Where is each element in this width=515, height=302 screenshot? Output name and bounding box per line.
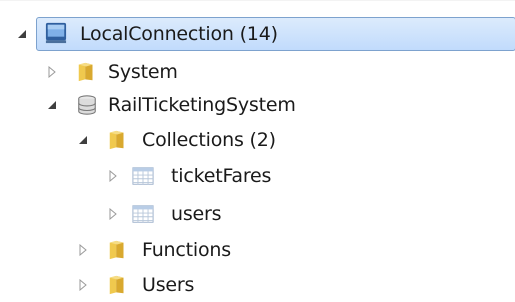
tree-node-label: System bbox=[108, 61, 178, 83]
tree-node-ticketfares[interactable]: ticketFares bbox=[0, 159, 400, 193]
tree-node-label: RailTicketingSystem bbox=[108, 94, 296, 116]
expanded-arrow-icon[interactable] bbox=[46, 99, 58, 111]
tree-node-users-folder[interactable]: Users bbox=[0, 268, 400, 302]
tree-node-label: Collections (2) bbox=[142, 129, 276, 151]
tree-node-collections[interactable]: Collections (2) bbox=[0, 123, 400, 157]
folder-icon bbox=[109, 275, 124, 295]
table-icon bbox=[132, 205, 154, 223]
computer-icon bbox=[45, 22, 67, 44]
tree-node-railticketingsystem[interactable]: RailTicketingSystem bbox=[0, 88, 400, 122]
tree-node-users-collection[interactable]: users bbox=[0, 197, 400, 231]
tree-node-label: Functions bbox=[142, 239, 231, 261]
tree-node-functions[interactable]: Functions bbox=[0, 233, 400, 267]
folder-icon bbox=[109, 130, 124, 150]
folder-icon bbox=[78, 62, 93, 82]
folder-icon bbox=[109, 240, 124, 260]
collapsed-arrow-icon[interactable] bbox=[46, 66, 58, 78]
tree-node-localconnection[interactable]: LocalConnection (14) bbox=[0, 17, 515, 51]
table-icon bbox=[132, 167, 154, 185]
connection-tree: LocalConnection (14) System RailTicketin… bbox=[0, 0, 515, 298]
collapsed-arrow-icon[interactable] bbox=[77, 244, 89, 256]
expanded-arrow-icon[interactable] bbox=[77, 134, 89, 146]
collapsed-arrow-icon[interactable] bbox=[77, 279, 89, 291]
tree-node-label: users bbox=[171, 203, 222, 225]
collapsed-arrow-icon[interactable] bbox=[107, 170, 119, 182]
collapsed-arrow-icon[interactable] bbox=[107, 208, 119, 220]
tree-node-label: Users bbox=[142, 274, 195, 296]
tree-node-system[interactable]: System bbox=[0, 55, 400, 89]
expanded-arrow-icon[interactable] bbox=[16, 28, 28, 40]
tree-node-label: LocalConnection (14) bbox=[80, 23, 278, 45]
tree-node-label: ticketFares bbox=[171, 165, 272, 187]
database-icon bbox=[78, 95, 96, 115]
